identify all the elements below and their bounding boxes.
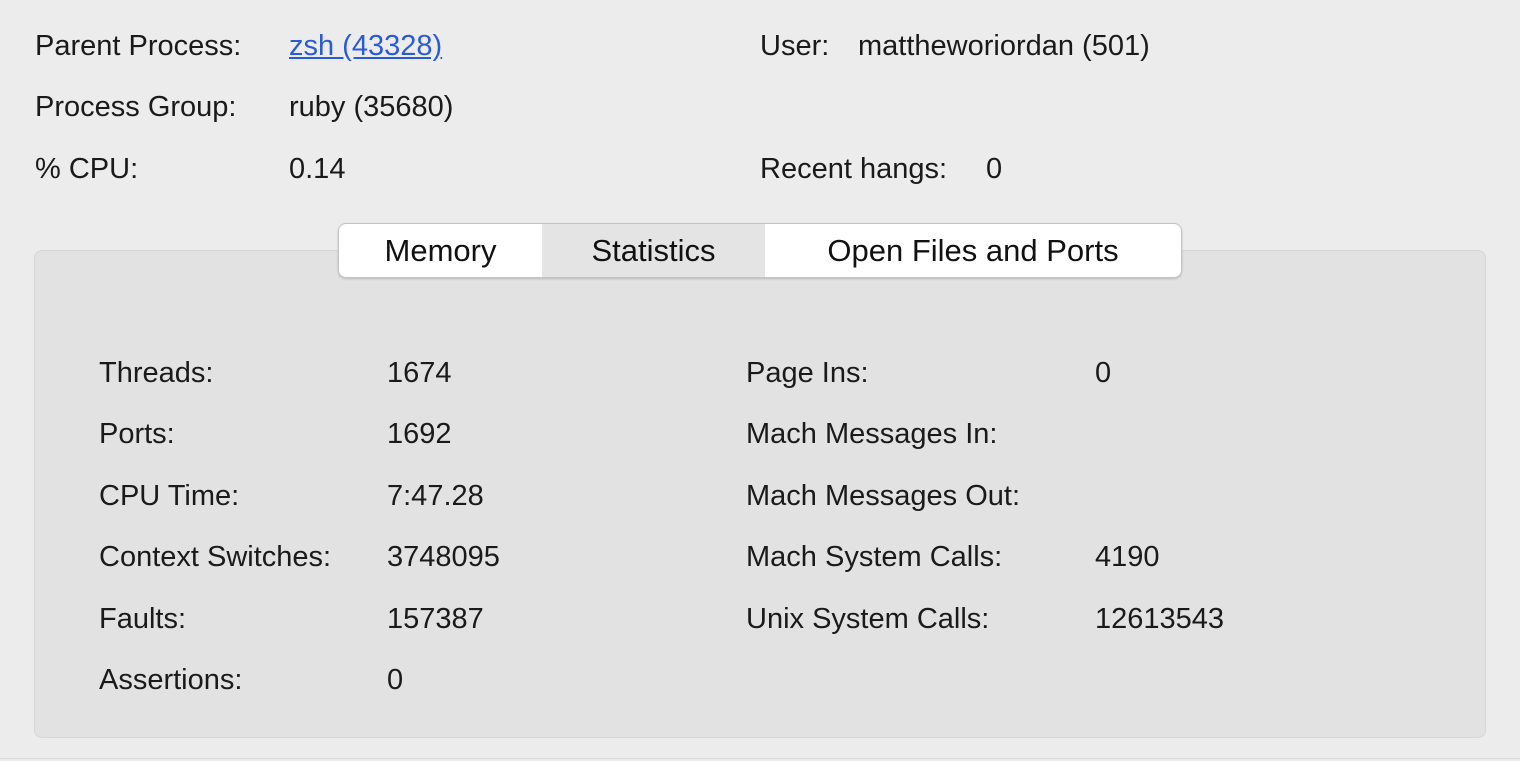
user-value: mattheworiordan (501) (858, 30, 1150, 62)
tab-open-files-and-ports-label: Open Files and Ports (827, 232, 1119, 268)
user-label: User: (760, 30, 830, 62)
process-group-label: Process Group: (35, 91, 237, 123)
threads-label: Threads: (99, 357, 214, 389)
cpu-percent-value: 0.14 (289, 153, 346, 185)
faults-label: Faults: (99, 603, 187, 635)
context-switches-value: 3748095 (387, 541, 500, 573)
ports-value: 1692 (387, 418, 452, 450)
mach-system-calls-label: Mach System Calls: (746, 541, 1003, 573)
tab-bar: Memory Statistics Open Files and Ports (338, 223, 1182, 278)
parent-process-link[interactable]: zsh (43328) (289, 28, 442, 64)
cpu-percent-label: % CPU: (35, 153, 139, 185)
unix-system-calls-label: Unix System Calls: (746, 603, 990, 635)
recent-hangs-label: Recent hangs: (760, 153, 948, 185)
parent-process-label: Parent Process: (35, 30, 242, 62)
recent-hangs-value: 0 (986, 153, 1003, 185)
page-ins-value: 0 (1095, 357, 1112, 389)
tab-memory-label: Memory (384, 232, 497, 268)
cpu-time-value: 7:47.28 (387, 480, 484, 512)
assertions-label: Assertions: (99, 664, 243, 696)
mach-system-calls-value: 4190 (1095, 541, 1160, 573)
ports-label: Ports: (99, 418, 175, 450)
context-switches-label: Context Switches: (99, 541, 332, 573)
tab-open-files-and-ports[interactable]: Open Files and Ports (765, 224, 1181, 277)
window-bottom-divider (0, 758, 1520, 759)
assertions-value: 0 (387, 664, 404, 696)
unix-system-calls-value: 12613543 (1095, 603, 1225, 635)
cpu-time-label: CPU Time: (99, 480, 240, 512)
process-group-value: ruby (35680) (289, 91, 454, 123)
tab-statistics[interactable]: Statistics (542, 224, 765, 277)
faults-value: 157387 (387, 603, 484, 635)
mach-messages-out-label: Mach Messages Out: (746, 480, 1020, 512)
page-ins-label: Page Ins: (746, 357, 869, 389)
threads-value: 1674 (387, 357, 452, 389)
tab-statistics-label: Statistics (591, 232, 716, 268)
tab-memory[interactable]: Memory (339, 224, 542, 277)
mach-messages-in-label: Mach Messages In: (746, 418, 998, 450)
